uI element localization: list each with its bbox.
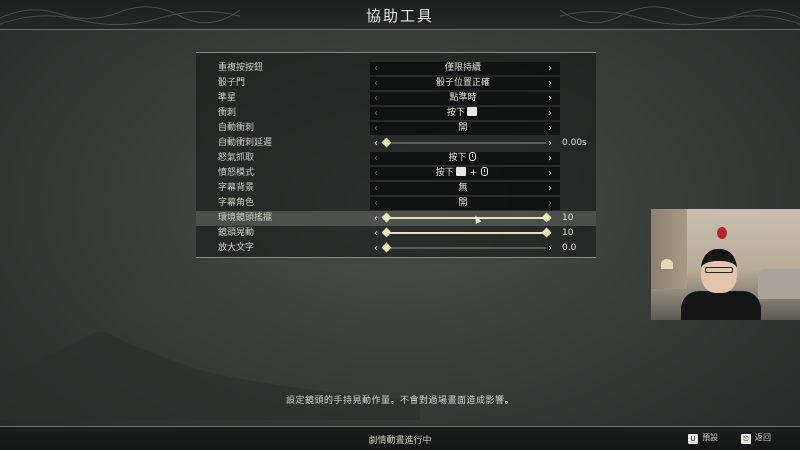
mouse-icon (468, 152, 476, 161)
slider-track[interactable] (381, 227, 552, 238)
u-key-icon: U (688, 434, 698, 444)
reset-defaults-button[interactable]: U 預設 (688, 432, 718, 446)
setting-row[interactable]: 放大文字 ‹ › 0.0 (196, 241, 596, 256)
setting-value: 骰子位置正確 (435, 78, 490, 88)
decrease-arrow-icon[interactable]: ‹ (370, 136, 382, 151)
setting-row[interactable]: 憤怒模式 ‹ › 按下 + (196, 166, 596, 181)
setting-row[interactable]: 準星 ‹ › 點準時 (196, 91, 596, 106)
keyboard-key-icon (455, 167, 466, 176)
setting-label: 鏡頭晃動 (218, 228, 255, 238)
increase-arrow-icon[interactable]: › (544, 61, 556, 76)
keybind-joiner: + (469, 168, 478, 178)
webcam-overlay (651, 209, 800, 320)
slider-start-knob (381, 227, 392, 238)
setting-value: 無 (458, 183, 468, 193)
decrease-arrow-icon[interactable]: ‹ (370, 196, 382, 211)
increase-arrow-icon[interactable]: › (544, 151, 556, 166)
keybind-prefix: 按下 (446, 108, 465, 118)
setting-row[interactable]: 衝刺 ‹ › 按下 (196, 106, 596, 121)
setting-label: 怒氣抓取 (218, 153, 255, 163)
slider-readout: 10 (562, 213, 574, 223)
setting-label: 字幕背景 (218, 183, 255, 193)
setting-row[interactable]: 自動衝刺 ‹ › 開 (196, 121, 596, 136)
webcam-wall-decoration (717, 227, 727, 239)
keybind-value: 按下 (382, 106, 544, 121)
decrease-arrow-icon[interactable]: ‹ (370, 226, 382, 241)
setting-label: 骰子門 (218, 78, 246, 88)
keybind-value: 按下 (382, 151, 544, 166)
setting-label: 衝刺 (218, 108, 237, 118)
setting-row[interactable]: 重複按按鈕 ‹ › 僅限持續 (196, 61, 596, 76)
setting-row[interactable]: 環境鏡頭搖擺‹›10 (196, 211, 596, 226)
slider-track[interactable] (381, 242, 546, 253)
decrease-arrow-icon[interactable]: ‹ (370, 241, 382, 256)
setting-row[interactable]: 自動衝刺延遲 ‹ › 0.00s (196, 136, 596, 151)
decrease-arrow-icon[interactable]: ‹ (370, 61, 382, 76)
increase-arrow-icon[interactable]: › (544, 76, 556, 91)
setting-label: 自動衝刺 (218, 123, 255, 133)
decrease-arrow-icon[interactable]: ‹ (370, 91, 382, 106)
increase-arrow-icon[interactable]: › (544, 166, 556, 181)
webcam-person-glasses (705, 267, 733, 273)
mouse-icon (481, 167, 489, 176)
header-bar: 協助工具 (0, 0, 800, 30)
setting-row[interactable]: 字幕背景 ‹ › 無 (196, 181, 596, 196)
setting-row[interactable]: 鏡頭晃動‹›10 (196, 226, 596, 241)
webcam-person-body (681, 291, 761, 320)
decrease-arrow-icon[interactable]: ‹ (370, 151, 382, 166)
slider-readout: 10 (562, 228, 574, 238)
back-label: 返回 (755, 433, 771, 442)
keybind-prefix: 按下 (448, 153, 467, 163)
setting-label: 放大文字 (218, 243, 255, 253)
slider-start-knob (381, 137, 392, 148)
increase-arrow-icon[interactable]: › (544, 106, 556, 121)
setting-label: 字幕角色 (218, 198, 255, 208)
keybind-prefix: 按下 (435, 168, 454, 178)
slider-readout: 0.00s (562, 138, 587, 148)
setting-row[interactable]: 字幕角色 ‹ › 開 (196, 196, 596, 211)
cutscene-status: 劇情動畫進行中 (368, 436, 432, 446)
setting-value: 點準時 (449, 93, 477, 103)
increase-arrow-icon[interactable]: › (544, 196, 556, 211)
decrease-arrow-icon[interactable]: ‹ (370, 106, 382, 121)
keybind-value: 按下 + (382, 166, 544, 181)
footer-bar: 劇情動畫進行中 U 預設 ⎋ 返回 (0, 426, 800, 450)
decrease-arrow-icon[interactable]: ‹ (370, 166, 382, 181)
setting-label: 重複按按鈕 (218, 63, 264, 73)
slider-start-knob (381, 242, 392, 253)
setting-description: 設定鏡頭的手持晃動作量。不會對過場畫面造成影響。 (285, 396, 514, 406)
setting-row[interactable]: 怒氣抓取 ‹ › 按下 (196, 151, 596, 166)
back-button[interactable]: ⎋ 返回 (741, 432, 771, 446)
decrease-arrow-icon[interactable]: ‹ (370, 181, 382, 196)
keyboard-key-icon (467, 107, 477, 116)
setting-label: 自動衝刺延遲 (218, 138, 273, 148)
webcam-sofa (758, 269, 800, 299)
slider-track[interactable] (381, 137, 546, 148)
esc-key-icon: ⎋ (741, 434, 751, 444)
webcam-curtain (651, 209, 687, 289)
page-title: 協助工具 (365, 7, 434, 25)
reset-label: 預設 (702, 433, 718, 442)
setting-value: 開 (458, 198, 468, 208)
increase-arrow-icon[interactable]: › (544, 121, 556, 136)
decrease-arrow-icon[interactable]: ‹ (370, 76, 382, 91)
setting-value: 僅限持續 (444, 63, 481, 73)
slider-readout: 0.0 (562, 243, 577, 253)
slider-fill (386, 217, 546, 219)
slider-fill (386, 232, 546, 234)
increase-arrow-icon[interactable]: › (544, 181, 556, 196)
setting-value: 開 (458, 123, 468, 133)
increase-arrow-icon[interactable]: › (544, 91, 556, 106)
setting-label: 環境鏡頭搖擺 (218, 213, 273, 223)
decrease-arrow-icon[interactable]: ‹ (370, 211, 382, 226)
webcam-lamp (661, 259, 673, 269)
slider-start-knob (381, 212, 392, 223)
slider-track[interactable] (381, 212, 552, 223)
setting-label: 準星 (218, 93, 237, 103)
setting-label: 憤怒模式 (218, 168, 255, 178)
setting-row[interactable]: 骰子門 ‹ › 骰子位置正確 (196, 76, 596, 91)
decrease-arrow-icon[interactable]: ‹ (370, 121, 382, 136)
settings-panel: 重複按按鈕 ‹ › 僅限持續 骰子門 ‹ › 骰子位置正確 準星 ‹ › 點準時 衝刺 ‹ › 按下 自動衝刺 ‹… (196, 52, 596, 258)
